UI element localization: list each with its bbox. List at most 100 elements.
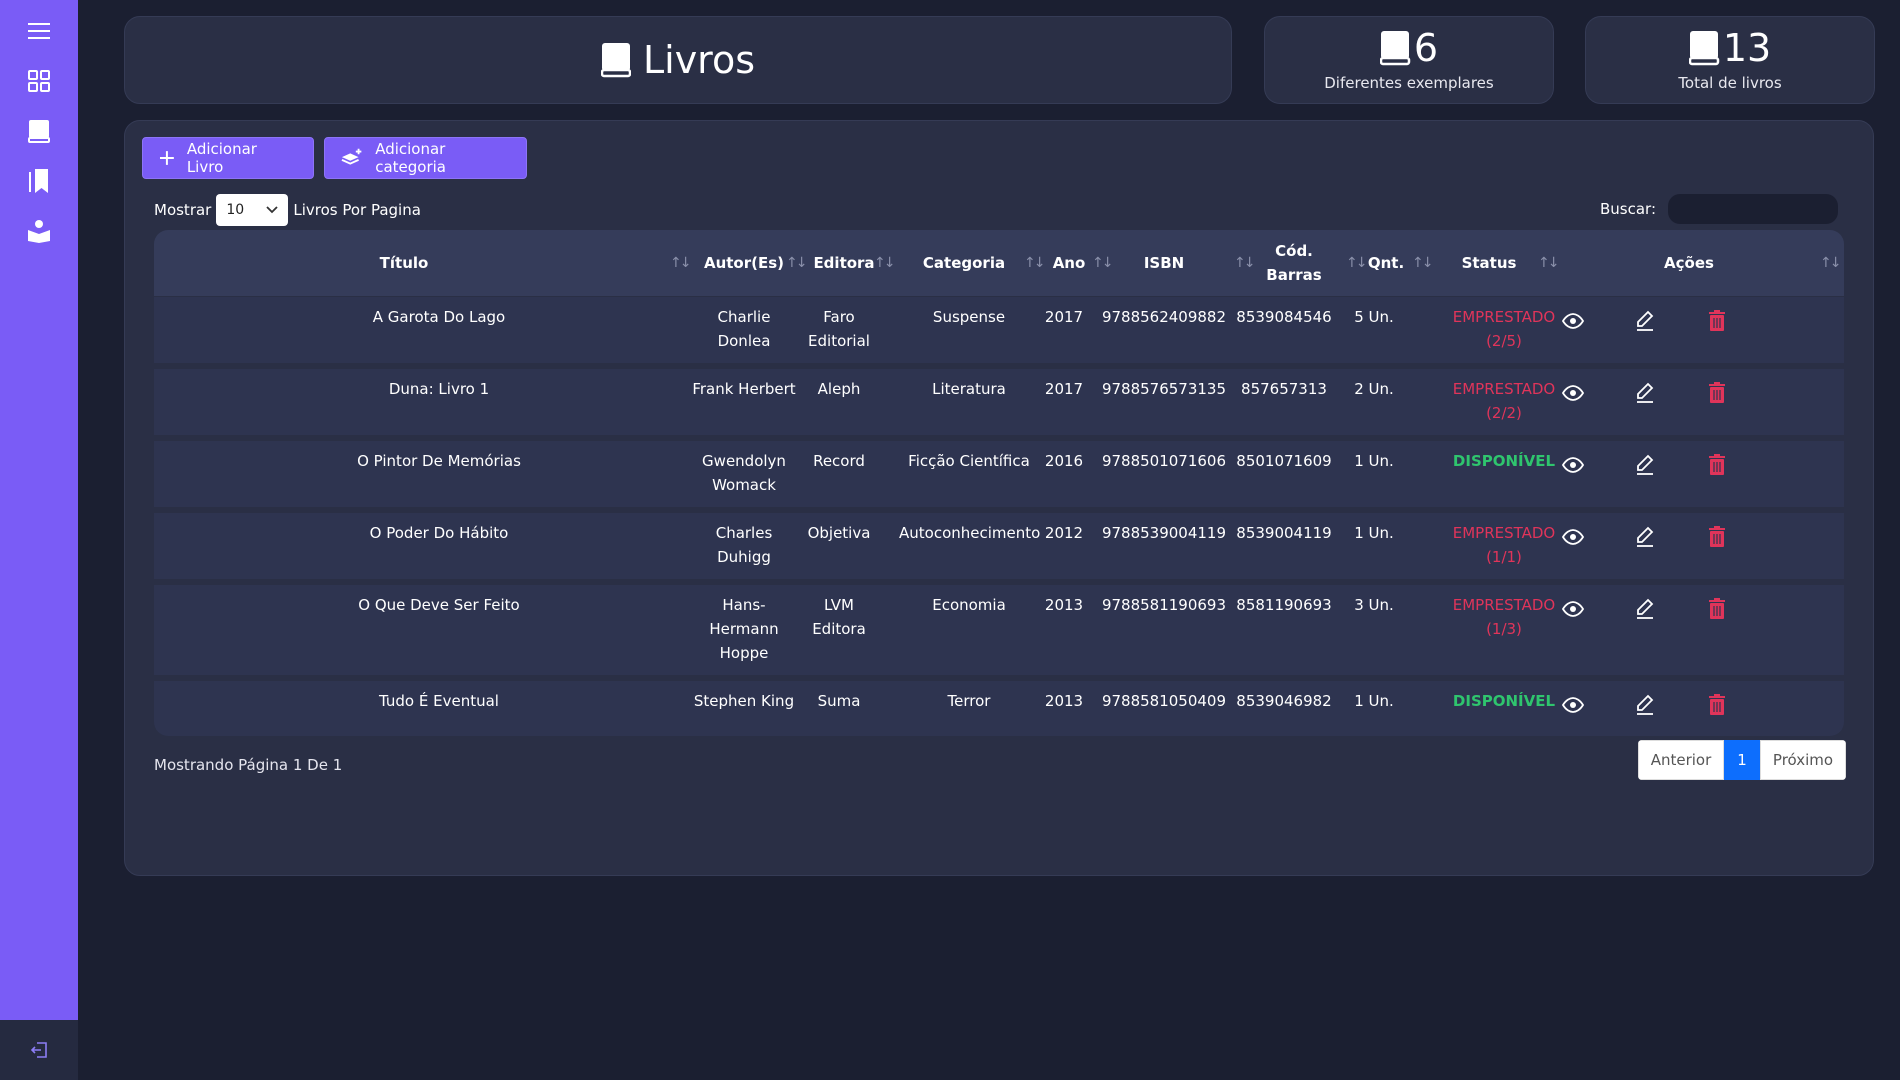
- sort-icon[interactable]: ↑↓: [1346, 230, 1368, 296]
- sort-icon[interactable]: ↑↓: [1820, 230, 1842, 296]
- col-barras-line1: Cód.: [1275, 242, 1313, 260]
- cell-status-line: EMPRESTADO: [1452, 524, 1556, 542]
- page-title: Livros: [642, 38, 756, 82]
- col-titulo[interactable]: Título: [304, 230, 504, 296]
- delete-icon[interactable]: [1703, 451, 1731, 479]
- page-1-button[interactable]: 1: [1724, 740, 1760, 780]
- edit-icon[interactable]: [1631, 595, 1659, 623]
- logout-icon: [30, 1042, 47, 1058]
- add-category-label: Adicionar categoria: [375, 140, 446, 176]
- cell-autor: Hans- Hermann Hoppe: [689, 593, 799, 665]
- edit-icon[interactable]: [1631, 523, 1659, 551]
- book-icon[interactable]: [24, 116, 54, 146]
- cell-autor-line: Hans-: [722, 596, 766, 614]
- next-page-button[interactable]: Próximo: [1760, 740, 1846, 780]
- layers-plus-icon: [341, 148, 362, 165]
- cell-status-line: (2/5): [1486, 332, 1522, 350]
- menu-icon[interactable]: [24, 16, 54, 46]
- cell-ano: 2016: [1044, 452, 1084, 470]
- search-input[interactable]: [1668, 194, 1839, 224]
- sort-icon[interactable]: ↑↓: [1024, 230, 1046, 296]
- cell-autor: Charlie Donlea: [689, 305, 799, 353]
- per-page-label: Livros Por Pagina: [293, 201, 421, 219]
- col-barras[interactable]: Cód. Barras: [1254, 230, 1334, 296]
- delete-icon[interactable]: [1703, 523, 1731, 551]
- cell-editora-line: Suma: [817, 692, 861, 710]
- cell-titulo: O Que Deve Ser Feito: [358, 596, 520, 614]
- cell-titulo: A Garota Do Lago: [372, 308, 506, 326]
- edit-icon[interactable]: [1631, 451, 1659, 479]
- cell-barras: 8539046982: [1236, 692, 1332, 710]
- cell-editora: Record: [799, 449, 879, 473]
- cell-titulo: Duna: Livro 1: [388, 380, 490, 398]
- page-size-select[interactable]: 10: [216, 194, 289, 226]
- view-icon[interactable]: [1559, 379, 1587, 407]
- logout-button[interactable]: [0, 1020, 78, 1080]
- edit-icon[interactable]: [1631, 307, 1659, 335]
- view-icon[interactable]: [1559, 307, 1587, 335]
- delete-icon[interactable]: [1703, 595, 1731, 623]
- col-acoes[interactable]: Ações: [1654, 230, 1724, 296]
- cell-status-line: (1/3): [1486, 620, 1522, 638]
- sort-icon[interactable]: ↑↓: [1538, 230, 1560, 296]
- cell-barras: 8539004119: [1236, 524, 1332, 542]
- sort-icon[interactable]: ↑↓: [1234, 230, 1256, 296]
- stat-value: 13: [1722, 26, 1772, 70]
- col-editora[interactable]: Editora: [809, 230, 879, 296]
- cell-editora: Objetiva: [799, 521, 879, 545]
- cell-qnt: 1 Un.: [1354, 452, 1394, 470]
- cell-ano: 2013: [1044, 692, 1084, 710]
- view-icon[interactable]: [1559, 595, 1587, 623]
- cell-status: DISPONÍVEL: [1434, 689, 1574, 713]
- delete-icon[interactable]: [1703, 379, 1731, 407]
- cell-autor: Frank Herbert: [689, 377, 799, 401]
- cell-editora: LVM Editora: [799, 593, 879, 641]
- edit-icon[interactable]: [1631, 379, 1659, 407]
- cell-barras: 8581190693: [1236, 596, 1332, 614]
- cell-categoria: Terror: [947, 692, 991, 710]
- cell-categoria: Literatura: [932, 380, 1006, 398]
- table-row: O Que Deve Ser Feito Hans- Hermann Hoppe LVM…: [154, 585, 1844, 675]
- pagination-info: Mostrando Página 1 De 1: [154, 756, 343, 774]
- books-icon[interactable]: [24, 166, 54, 196]
- col-ano[interactable]: Ano: [1049, 230, 1089, 296]
- cell-status: EMPRESTADO (1/3): [1434, 593, 1574, 641]
- view-icon[interactable]: [1559, 451, 1587, 479]
- cell-isbn: 9788539004119: [1101, 524, 1227, 542]
- sort-icon[interactable]: ↑↓: [874, 230, 896, 296]
- col-autor[interactable]: Autor(Es): [694, 230, 794, 296]
- sort-icon[interactable]: ↑↓: [670, 230, 692, 296]
- cell-editora: Aleph: [799, 377, 879, 401]
- add-category-button[interactable]: Adicionar categoria: [324, 137, 527, 179]
- cell-autor: Stephen King: [689, 689, 799, 713]
- edit-icon[interactable]: [1631, 691, 1659, 719]
- cell-categoria: Autoconhecimento: [899, 524, 1041, 542]
- table-row: A Garota Do Lago Charlie Donlea Faro Editori…: [154, 297, 1844, 363]
- cell-autor-line: Hermann: [709, 620, 779, 638]
- cell-ano: 2017: [1044, 308, 1084, 326]
- cell-ano: 2017: [1044, 380, 1084, 398]
- cell-barras: 8539084546: [1236, 308, 1332, 326]
- reader-icon[interactable]: [24, 216, 54, 246]
- book-icon: [600, 43, 631, 78]
- cell-autor-line: Charlie: [717, 308, 771, 326]
- add-book-button[interactable]: Adicionar Livro: [142, 137, 314, 179]
- prev-page-button[interactable]: Anterior: [1638, 740, 1724, 780]
- col-isbn[interactable]: ISBN: [1114, 230, 1214, 296]
- delete-icon[interactable]: [1703, 691, 1731, 719]
- cell-editora-line: Editora: [812, 620, 866, 638]
- sort-icon[interactable]: ↑↓: [1092, 230, 1114, 296]
- sort-icon[interactable]: ↑↓: [786, 230, 808, 296]
- cell-autor-line: Donlea: [717, 332, 771, 350]
- stat-value: 6: [1413, 26, 1439, 70]
- sort-icon[interactable]: ↑↓: [1412, 230, 1434, 296]
- col-status[interactable]: Status: [1449, 230, 1529, 296]
- col-categoria[interactable]: Categoria: [909, 230, 1019, 296]
- col-qnt[interactable]: Qnt.: [1366, 230, 1406, 296]
- delete-icon[interactable]: [1703, 307, 1731, 335]
- cell-editora: Faro Editorial: [799, 305, 879, 353]
- view-icon[interactable]: [1559, 691, 1587, 719]
- cell-isbn: 9788562409882: [1101, 308, 1227, 326]
- dashboard-icon[interactable]: [24, 66, 54, 96]
- view-icon[interactable]: [1559, 523, 1587, 551]
